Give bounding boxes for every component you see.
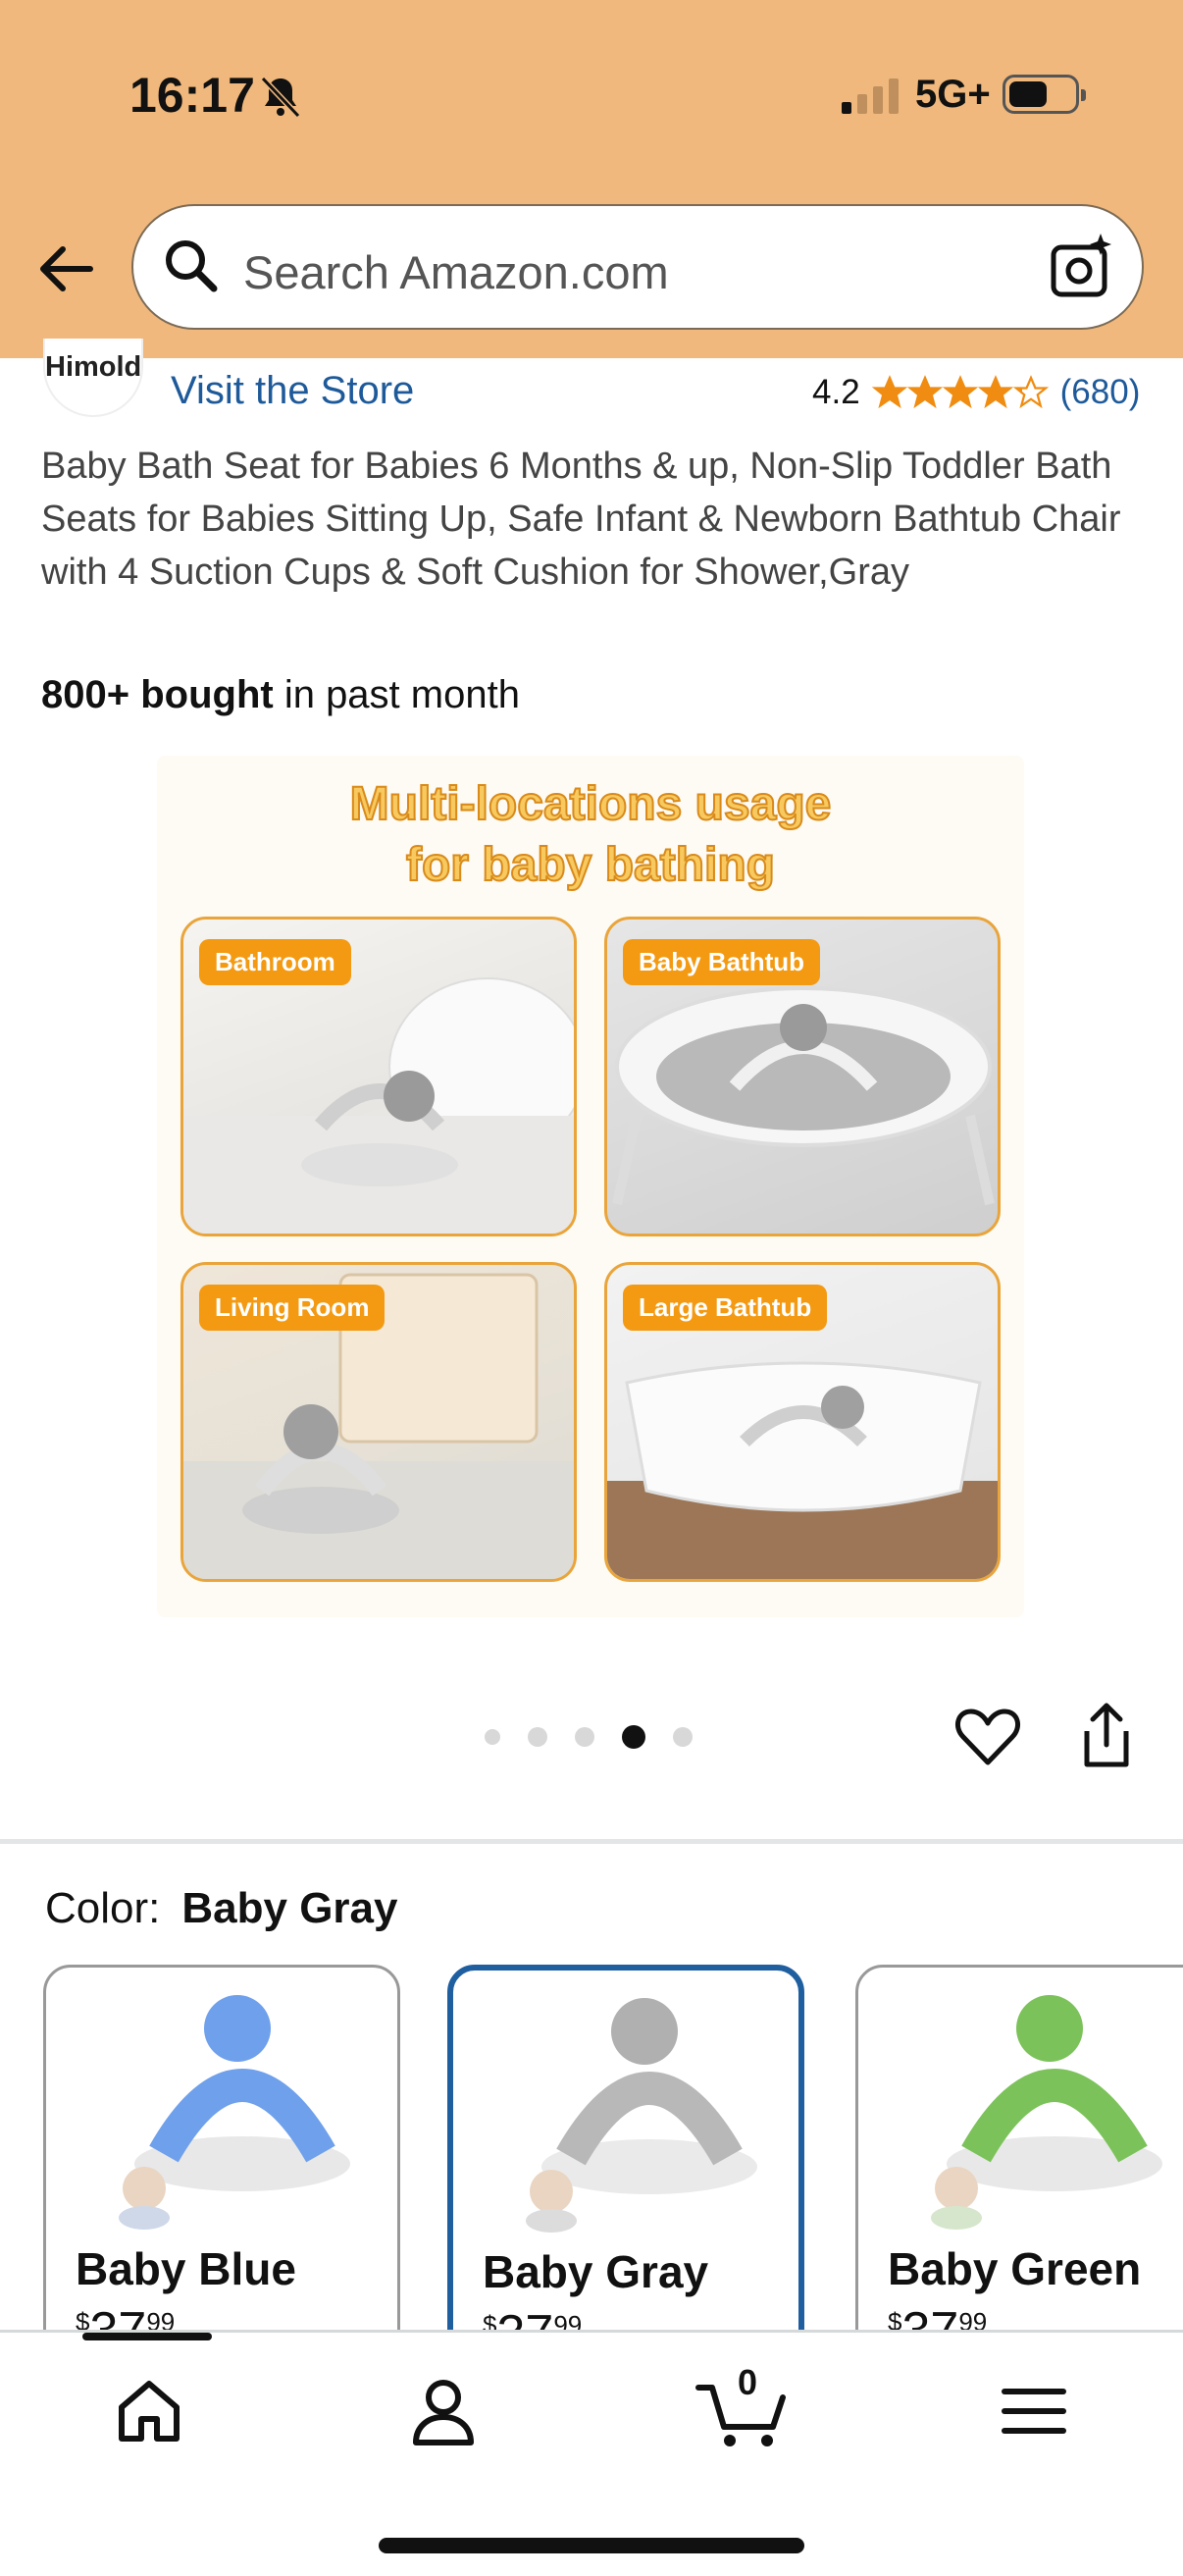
rating-count: (680) xyxy=(1059,373,1141,411)
back-arrow-icon[interactable] xyxy=(35,237,98,300)
signal-icon xyxy=(842,79,899,114)
network-label: 5G+ xyxy=(915,73,991,116)
star-icon xyxy=(977,375,1013,409)
home-icon[interactable] xyxy=(110,2372,188,2450)
search-icon xyxy=(166,240,218,292)
image-headline-2: for baby bathing xyxy=(405,838,776,892)
account-icon[interactable] xyxy=(404,2372,483,2450)
header-bar: 16:17 5G+ Search Amazon.com xyxy=(0,0,1183,358)
carousel-indicator[interactable] xyxy=(485,1725,693,1749)
color-label: Color: xyxy=(45,1884,161,1932)
image-headline-1: Multi-locations usage xyxy=(349,777,833,831)
search-placeholder: Search Amazon.com xyxy=(243,246,669,298)
color-option-image xyxy=(931,1995,1162,2230)
star-rating xyxy=(871,375,1049,410)
color-option-image xyxy=(119,1995,350,2230)
image-tile-large-bathtub: Large Bathtub xyxy=(604,1262,1001,1582)
store-logo-text: Himold xyxy=(45,351,142,383)
carousel-dot[interactable] xyxy=(575,1727,594,1747)
image-tile-baby-bathtub: Baby Bathtub xyxy=(604,917,1001,1236)
color-option-name: Baby Green xyxy=(888,2243,1142,2294)
camera-search-icon[interactable] xyxy=(1046,232,1116,302)
active-tab-indicator xyxy=(82,2333,212,2340)
bought-count: 800+ bought in past month xyxy=(41,673,520,717)
heart-icon[interactable] xyxy=(953,1706,1022,1768)
bell-off-icon xyxy=(260,76,301,119)
rating-summary[interactable]: 4.2 (680) xyxy=(812,373,1140,412)
selected-color: Baby Gray xyxy=(181,1884,398,1932)
status-time: 16:17 xyxy=(129,68,255,123)
star-icon xyxy=(1012,375,1049,409)
product-title: Baby Bath Seat for Babies 6 Months & up,… xyxy=(41,446,1121,593)
image-tile-bathroom: Bathroom xyxy=(180,917,577,1236)
rating-value: 4.2 xyxy=(812,373,860,411)
home-indicator xyxy=(379,2538,804,2553)
color-option-name: Baby Gray xyxy=(483,2246,709,2297)
color-option-image xyxy=(526,1998,757,2233)
tile-label: Living Room xyxy=(199,1285,386,1331)
search-input[interactable]: Search Amazon.com xyxy=(131,204,1144,330)
bought-count-bold: 800+ bought xyxy=(41,673,274,716)
battery-icon xyxy=(1003,75,1086,114)
tile-label: Large Bathtub xyxy=(623,1285,828,1331)
carousel-dot[interactable] xyxy=(673,1727,693,1747)
tile-label: Baby Bathtub xyxy=(623,939,820,985)
bought-count-rest: in past month xyxy=(273,673,520,716)
share-icon[interactable] xyxy=(1075,1702,1138,1770)
star-icon xyxy=(942,375,978,409)
visit-store-link[interactable]: Visit the Store xyxy=(171,369,414,413)
color-selector-label: Color: Baby Gray xyxy=(45,1884,397,1933)
product-image[interactable]: Multi-locations usage for baby bathing B… xyxy=(157,756,1024,1617)
color-option-name: Baby Blue xyxy=(76,2243,296,2294)
menu-icon[interactable] xyxy=(995,2372,1073,2450)
carousel-dot[interactable] xyxy=(528,1727,547,1747)
tile-label: Bathroom xyxy=(199,939,351,985)
carousel-dot-active[interactable] xyxy=(622,1725,645,1749)
carousel-dot[interactable] xyxy=(485,1729,500,1745)
cart-count: 0 xyxy=(737,2362,758,2402)
star-icon xyxy=(906,375,943,409)
image-tile-living-room: Living Room xyxy=(180,1262,577,1582)
star-icon xyxy=(871,375,907,409)
section-divider xyxy=(0,1839,1183,1844)
